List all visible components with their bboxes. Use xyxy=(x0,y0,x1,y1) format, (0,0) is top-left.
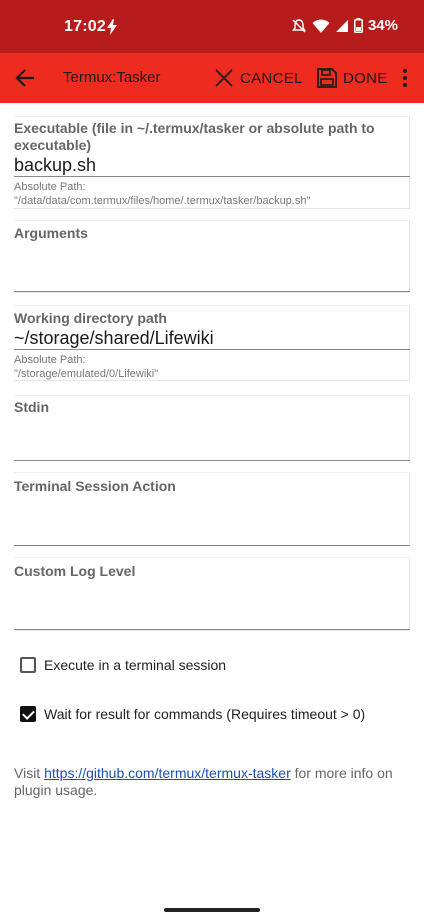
custom-log-level-input[interactable] xyxy=(14,590,410,620)
executable-abs-label: Absolute Path: xyxy=(14,181,86,193)
toolbar-title: Termux:Tasker xyxy=(63,69,161,86)
working-dir-underline xyxy=(14,349,410,350)
execute-in-terminal-option[interactable]: Execute in a terminal session xyxy=(20,657,226,673)
done-button[interactable]: DONE xyxy=(317,66,388,90)
custom-log-level-label: Custom Log Level xyxy=(14,563,136,579)
signal-icon xyxy=(335,19,348,32)
back-arrow-icon[interactable] xyxy=(14,67,36,89)
wait-for-result-label: Wait for result for commands (Requires t… xyxy=(44,706,366,722)
working-dir-label: Working directory path xyxy=(14,310,167,326)
flash-icon xyxy=(107,19,117,35)
info-prefix: Visit xyxy=(14,765,45,781)
battery-icon xyxy=(353,18,363,33)
dnd-off-icon xyxy=(291,18,306,33)
executable-input[interactable]: backup.sh xyxy=(14,155,96,176)
status-bar: 17:02 34% xyxy=(0,0,424,53)
working-dir-abs-label: Absolute Path: xyxy=(14,354,86,366)
execute-in-terminal-label: Execute in a terminal session xyxy=(44,657,227,673)
arguments-underline xyxy=(14,291,410,292)
stdin-label: Stdin xyxy=(14,399,49,415)
custom-log-level-underline xyxy=(14,629,410,630)
battery-percent: 34% xyxy=(367,17,398,34)
terminal-session-action-label: Terminal Session Action xyxy=(14,478,176,494)
wait-for-result-checkbox[interactable] xyxy=(20,706,36,722)
more-options-icon[interactable] xyxy=(398,68,412,88)
wifi-icon xyxy=(312,19,330,33)
github-link[interactable]: https://github.com/termux/termux-tasker xyxy=(44,765,291,781)
gesture-navigation-bar[interactable] xyxy=(164,908,260,912)
arguments-input[interactable] xyxy=(14,255,410,285)
save-icon xyxy=(317,68,337,88)
execute-in-terminal-checkbox[interactable] xyxy=(20,657,36,673)
stdin-input[interactable] xyxy=(14,422,410,452)
cancel-label: CANCEL xyxy=(240,69,303,87)
stdin-underline xyxy=(14,460,410,461)
status-time: 17:02 xyxy=(64,18,106,35)
done-label: DONE xyxy=(343,69,388,87)
terminal-session-action-input[interactable] xyxy=(14,505,410,535)
close-icon xyxy=(215,69,233,87)
working-dir-abs-path: "/storage/emulated/0/Lifewiki" xyxy=(14,368,159,380)
terminal-session-action-underline xyxy=(14,545,410,546)
executable-label: Executable (file in ~/.termux/tasker or … xyxy=(14,120,375,153)
executable-underline xyxy=(14,176,410,177)
executable-abs-path: "/data/data/com.termux/files/home/.termu… xyxy=(14,195,311,207)
wait-for-result-option[interactable]: Wait for result for commands (Requires t… xyxy=(20,706,365,722)
status-icons: 34% xyxy=(291,17,398,34)
working-dir-input[interactable]: ~/storage/shared/Lifewiki xyxy=(14,328,214,349)
plugin-info-text: Visit https://github.com/termux/termux-t… xyxy=(14,765,410,799)
toolbar: Termux:Tasker CANCEL DONE xyxy=(0,53,424,103)
cancel-button[interactable]: CANCEL xyxy=(214,66,303,90)
arguments-label: Arguments xyxy=(14,225,88,241)
